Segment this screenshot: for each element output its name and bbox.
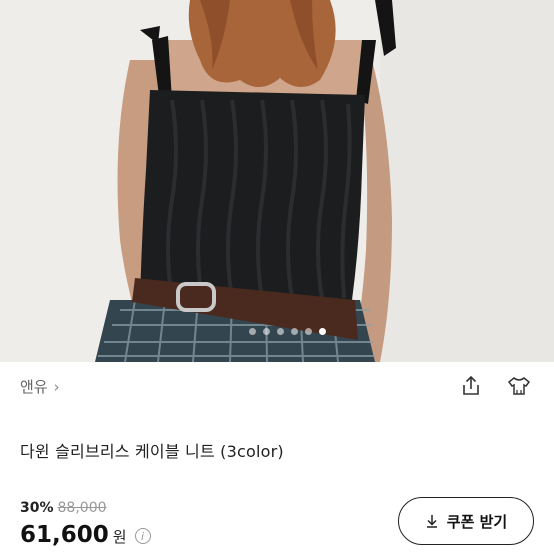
tshirt-icon (507, 377, 531, 395)
get-coupon-button[interactable]: 쿠폰 받기 (398, 497, 534, 545)
product-image[interactable] (0, 0, 554, 362)
carousel-dot[interactable] (304, 328, 312, 335)
product-photo (0, 0, 554, 362)
carousel-dot[interactable] (276, 328, 284, 335)
brand-link[interactable]: 앤유 › (20, 376, 60, 397)
carousel-dot[interactable] (290, 328, 298, 335)
coupon-label: 쿠폰 받기 (446, 512, 508, 531)
currency-unit: 원 (112, 528, 127, 546)
chevron-right-icon: › (53, 377, 60, 396)
product-title: 다윈 슬리브리스 케이블 니트 (3color) (20, 442, 284, 461)
carousel-dot[interactable] (262, 328, 270, 335)
discount-rate: 30% (20, 500, 54, 516)
share-icon (463, 375, 479, 395)
info-icon[interactable]: i (134, 528, 151, 544)
share-button[interactable] (458, 373, 484, 399)
sale-price: 61,600 (20, 522, 109, 548)
download-icon (426, 515, 437, 528)
outfit-button[interactable] (506, 373, 532, 399)
carousel-dot-active[interactable] (318, 328, 326, 335)
original-price: 88,000 (57, 500, 107, 516)
brand-name: 앤유 (20, 378, 48, 396)
carousel-indicator[interactable] (0, 328, 554, 335)
carousel-dot[interactable] (248, 328, 256, 335)
